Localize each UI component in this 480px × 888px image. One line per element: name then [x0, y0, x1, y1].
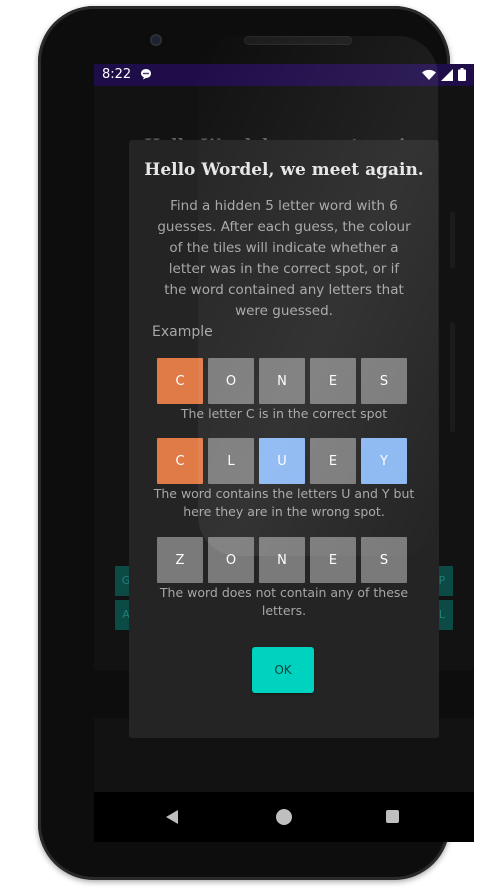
example-label: Example — [152, 324, 213, 340]
navigation-bar — [94, 792, 474, 842]
instructions-dialog: Hello Wordel, we meet again. Find a hidd… — [129, 140, 439, 738]
wifi-icon — [422, 69, 436, 80]
letter-tile: Z — [157, 537, 203, 583]
earpiece-speaker — [244, 36, 352, 45]
dialog-instructions: Find a hidden 5 letter word with 6 guess… — [157, 198, 411, 319]
power-button — [450, 322, 455, 432]
status-time: 8:22 — [102, 67, 132, 82]
letter-tile: E — [310, 537, 356, 583]
status-bar: 8:22 — [94, 64, 474, 86]
letter-tile: O — [208, 358, 254, 404]
letter-tile: C — [157, 438, 203, 484]
letter-tile: U — [259, 438, 305, 484]
front-camera — [150, 34, 162, 46]
letter-tile: Y — [361, 438, 407, 484]
volume-button — [450, 212, 455, 268]
chat-bubble-icon — [141, 69, 151, 80]
letter-tile: S — [361, 358, 407, 404]
ok-button[interactable]: OK — [252, 647, 314, 693]
signal-icon — [441, 68, 453, 81]
battery-icon — [458, 68, 466, 81]
example-row-3: Z O N E S — [157, 537, 407, 583]
letter-tile: S — [361, 537, 407, 583]
example-caption: The letter C is in the correct spot — [180, 406, 388, 421]
example-caption: The word does not contain any of these l… — [159, 585, 409, 618]
screen: 8:22 Hello Wordel, we meet again. — [94, 64, 474, 842]
letter-tile: N — [259, 358, 305, 404]
back-icon[interactable] — [166, 810, 178, 824]
example-row-1: C O N E S — [157, 358, 407, 404]
home-icon[interactable] — [276, 809, 292, 825]
example-row-2: C L U E Y — [157, 438, 407, 484]
phone-frame: 8:22 Hello Wordel, we meet again. — [38, 6, 474, 880]
status-icons — [422, 68, 466, 81]
letter-tile: L — [208, 438, 254, 484]
letter-tile: N — [259, 537, 305, 583]
example-caption: The word contains the letters U and Y bu… — [153, 486, 415, 519]
letter-tile: E — [310, 358, 356, 404]
dialog-title: Hello Wordel, we meet again. — [144, 160, 424, 180]
letter-tile: C — [157, 358, 203, 404]
letter-tile: E — [310, 438, 356, 484]
recents-icon[interactable] — [386, 810, 399, 823]
letter-tile: O — [208, 537, 254, 583]
